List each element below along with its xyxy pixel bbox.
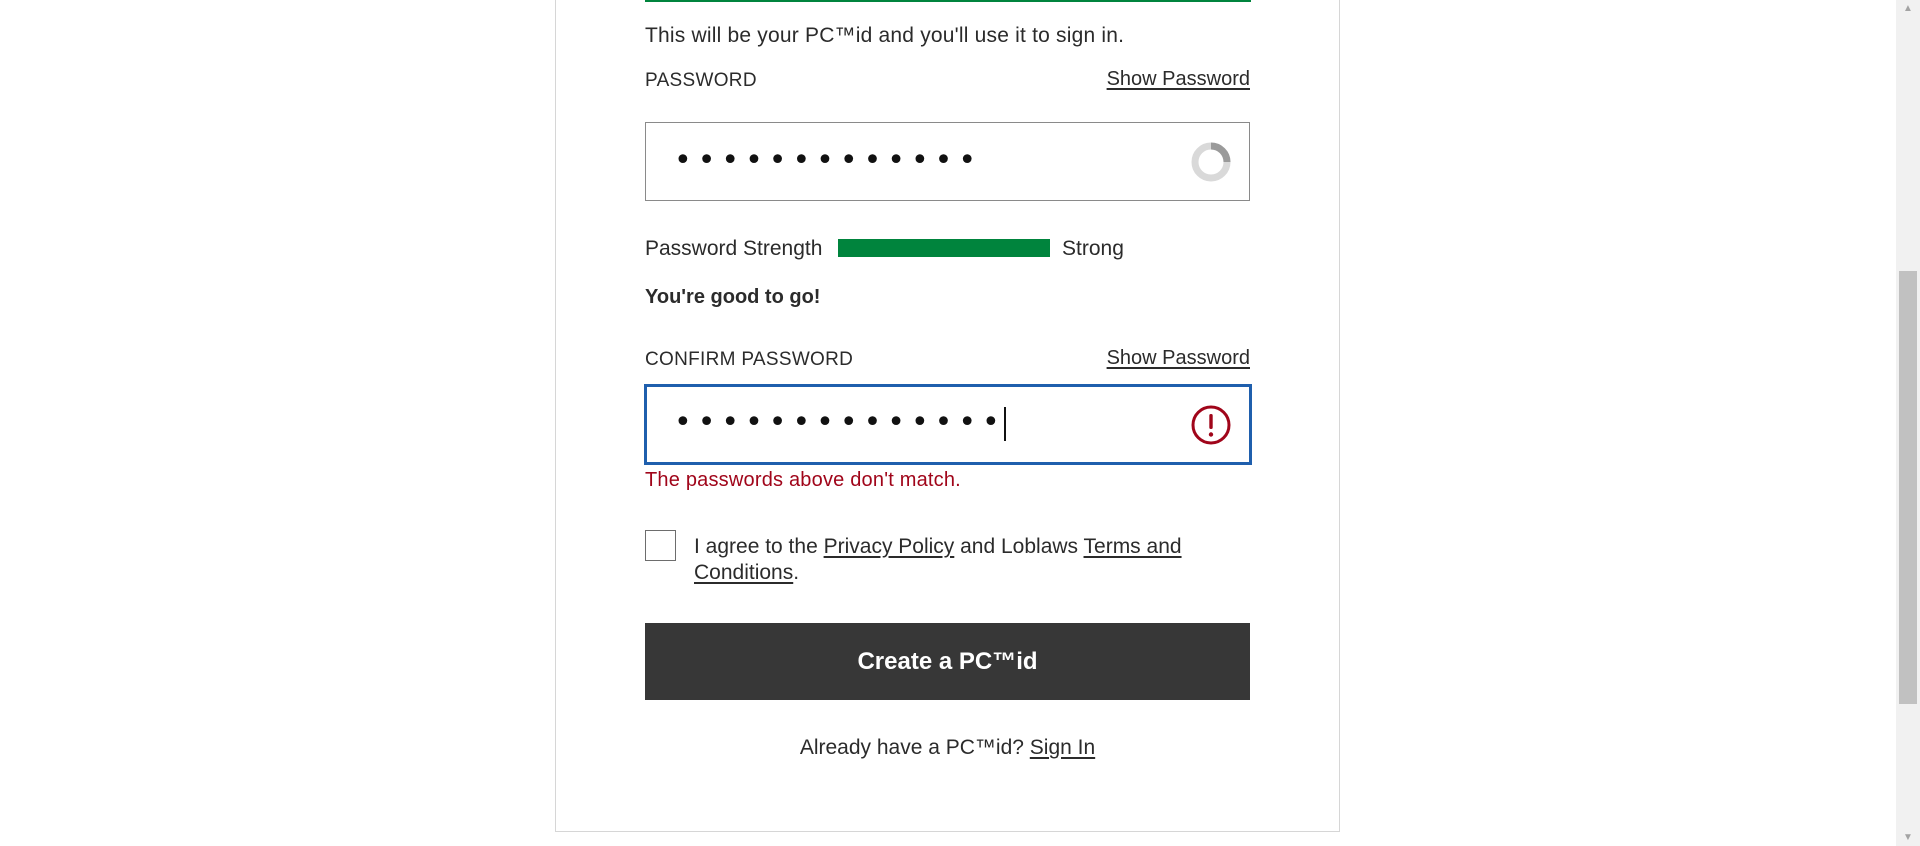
confirm-password-value-wrap: •••••••••••••• xyxy=(674,403,1006,443)
password-masked-value: ••••••••••••• xyxy=(674,143,983,178)
error-exclamation-icon xyxy=(1191,405,1231,445)
password-strength-message: You're good to go! xyxy=(645,286,821,308)
confirm-password-label: CONFIRM PASSWORD xyxy=(645,349,854,370)
agree-middle: and Loblaws xyxy=(954,535,1084,558)
scrollbar-thumb[interactable] xyxy=(1899,271,1917,704)
confirm-password-input[interactable]: •••••••••••••• xyxy=(644,384,1252,465)
text-caret xyxy=(1003,406,1006,441)
signin-prompt: Already have a PC™id? xyxy=(799,736,1030,759)
password-strength-fill xyxy=(838,239,1050,257)
scroll-down-arrow-icon[interactable]: ▼ xyxy=(1896,829,1920,846)
show-confirm-password-link[interactable]: Show Password xyxy=(1107,347,1250,370)
scroll-up-arrow-icon[interactable]: ▲ xyxy=(1896,0,1920,17)
create-pcid-button[interactable]: Create a PC™id xyxy=(645,623,1250,700)
signin-row: Already have a PC™id? Sign In xyxy=(645,736,1250,760)
password-strength-bar xyxy=(838,239,1050,257)
password-input[interactable]: ••••••••••••• xyxy=(645,122,1250,201)
confirm-password-error: The passwords above don't match. xyxy=(645,469,961,491)
confirm-password-masked-value: •••••••••••••• xyxy=(674,405,1006,440)
sign-in-link[interactable]: Sign In xyxy=(1030,736,1095,759)
email-field-underline xyxy=(645,0,1251,2)
show-password-link[interactable]: Show Password xyxy=(1107,68,1250,91)
agree-suffix: . xyxy=(793,561,800,584)
agree-terms-text: I agree to the Privacy Policy and Loblaw… xyxy=(694,534,1254,586)
loading-spinner-icon xyxy=(1191,142,1231,182)
password-strength-label: Password Strength xyxy=(645,237,823,260)
agree-terms-checkbox[interactable] xyxy=(645,530,676,561)
email-helper-text: This will be your PC™id and you'll use i… xyxy=(645,24,1125,47)
agree-prefix: I agree to the xyxy=(694,535,824,558)
page-scrollbar[interactable]: ▲ ▼ xyxy=(1896,0,1920,846)
password-strength-value: Strong xyxy=(1062,237,1124,260)
password-label: PASSWORD xyxy=(645,70,757,91)
privacy-policy-link[interactable]: Privacy Policy xyxy=(824,535,955,558)
